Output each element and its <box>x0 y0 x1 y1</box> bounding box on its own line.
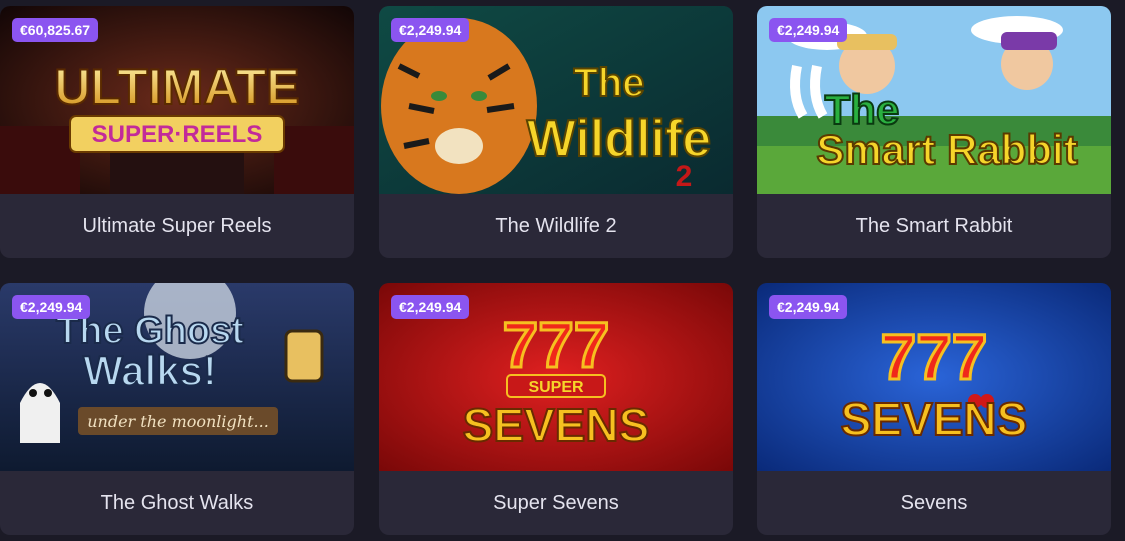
logo-number: 2 <box>676 160 693 193</box>
game-card-the-smart-rabbit[interactable]: The Smart Rabbit €2,249.94 The Smart Rab… <box>757 6 1111 258</box>
logo-text: The <box>573 61 644 105</box>
logo-text: SEVENS <box>841 393 1028 445</box>
logo-sevens: 777 <box>881 321 988 393</box>
game-title[interactable]: Ultimate Super Reels <box>0 194 354 258</box>
game-title[interactable]: The Smart Rabbit <box>757 194 1111 258</box>
logo-subtext: SEVENS <box>463 399 650 451</box>
game-card-sevens[interactable]: 777 SEVENS €2,249.94 Sevens <box>757 283 1111 535</box>
logo-subtext: Smart Rabbit <box>816 126 1077 173</box>
game-title[interactable]: Super Sevens <box>379 471 733 535</box>
game-card-the-ghost-walks[interactable]: The Ghost Walks! under the moonlight... … <box>0 283 354 535</box>
game-grid: ULTIMATE SUPER·REELS €60,825.67 Ultimate… <box>0 0 1125 541</box>
jackpot-badge: €2,249.94 <box>391 18 470 42</box>
jackpot-badge: €2,249.94 <box>12 295 91 319</box>
logo-tagline: under the moonlight... <box>87 412 269 431</box>
game-title[interactable]: The Ghost Walks <box>0 471 354 535</box>
game-card-ultimate-super-reels[interactable]: ULTIMATE SUPER·REELS €60,825.67 Ultimate… <box>0 6 354 258</box>
jackpot-badge: €2,249.94 <box>391 295 470 319</box>
logo-sevens: 777 <box>503 309 610 381</box>
logo-text: ULTIMATE <box>54 59 299 115</box>
logo-subtext: SUPER·REELS <box>92 121 263 148</box>
game-title[interactable]: Sevens <box>757 471 1111 535</box>
jackpot-badge: €2,249.94 <box>769 295 848 319</box>
logo-text: SUPER <box>528 379 584 396</box>
jackpot-badge: €2,249.94 <box>769 18 848 42</box>
game-card-super-sevens[interactable]: 777 SUPER SEVENS €2,249.94 Super Sevens <box>379 283 733 535</box>
game-card-the-wildlife-2[interactable]: The Wildlife 2 €2,249.94 The Wildlife 2 <box>379 6 733 258</box>
jackpot-badge: €60,825.67 <box>12 18 99 42</box>
logo-subtext: Walks! <box>83 347 217 394</box>
game-title[interactable]: The Wildlife 2 <box>379 194 733 258</box>
